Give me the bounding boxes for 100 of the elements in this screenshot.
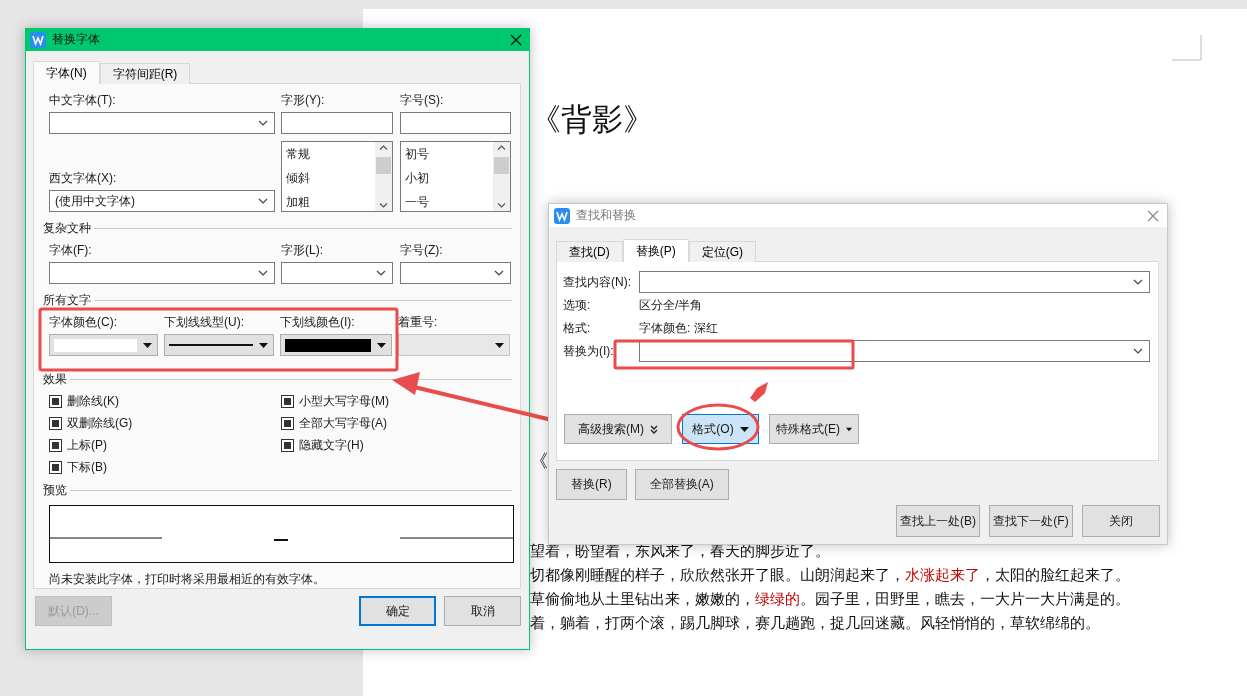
- input-field[interactable]: [400, 112, 511, 134]
- dialog-button[interactable]: 全部替换(A): [634, 469, 729, 500]
- caret-icon: [495, 342, 504, 348]
- chevron-icon: [1133, 278, 1143, 285]
- list-box[interactable]: 常规 倾斜 加粗: [281, 141, 393, 212]
- paragraph-line: 草偷偷地从土里钻出来，嫩嫩的，绿绿的。园子里，田野里，瞧去，一大片一大片满是的。: [530, 590, 1130, 609]
- caret-icon: [739, 426, 749, 432]
- checkbox-label: 双删除线(G): [67, 416, 133, 430]
- list-item[interactable]: 初号: [405, 146, 489, 163]
- paragraph-line: 切都像刚睡醒的样子，欣欣然张开了眼。山朗润起来了，水涨起来了，太阳的脸红起来了。: [530, 566, 1130, 585]
- dropdown-field[interactable]: [281, 262, 393, 284]
- chevron-icon: [376, 270, 386, 276]
- dialog-button[interactable]: 查找下一处(F): [989, 505, 1073, 537]
- scroll-up-icon: [497, 145, 506, 150]
- caret-icon: [259, 342, 268, 348]
- section-heading: 效果: [43, 372, 67, 386]
- field-label: 字体颜色(C):: [49, 315, 118, 329]
- checkbox-label: 全部大写字母(A): [299, 416, 387, 430]
- dropdown-field[interactable]: [49, 112, 275, 134]
- field-label: 字体(F):: [49, 243, 93, 257]
- corner-mark: [1172, 35, 1202, 61]
- scrollbar-thumb[interactable]: [494, 157, 509, 174]
- dropdown-field[interactable]: [639, 339, 1150, 362]
- chevron-icon: [258, 120, 268, 126]
- dialog-button[interactable]: 替换(R): [556, 469, 627, 500]
- dropdown-field[interactable]: [400, 262, 511, 284]
- checkbox[interactable]: [281, 438, 294, 452]
- field-label: 下划线线型(U):: [164, 315, 245, 329]
- dropdown-field[interactable]: [49, 262, 275, 284]
- checkbox[interactable]: [49, 438, 62, 452]
- field-label: 字形(L):: [281, 243, 324, 257]
- field-label: 字号(S):: [400, 93, 445, 107]
- dialog-title: 替换字体: [52, 31, 101, 48]
- field-label: 格式:: [563, 320, 592, 335]
- section-heading: 复杂文种: [43, 221, 91, 235]
- scroll-up-icon: [379, 145, 388, 150]
- app-logo-icon: [30, 31, 46, 48]
- checkbox[interactable]: [49, 394, 62, 408]
- double-chevron-icon: [650, 424, 658, 434]
- info-text: 尚未安装此字体，打印时将采用最相近的有效字体。: [49, 572, 326, 586]
- dialog-button[interactable]: 确定: [359, 596, 436, 626]
- caret-icon: [377, 342, 386, 348]
- chevron-icon: [258, 198, 268, 204]
- chevron-icon: [258, 270, 268, 276]
- document-title: 《背影》: [530, 100, 654, 139]
- checkbox[interactable]: [49, 460, 62, 474]
- checkbox[interactable]: [49, 416, 62, 430]
- menu-button[interactable]: 高级搜索(M): [564, 414, 672, 444]
- menu-button[interactable]: 特殊格式(E): [769, 414, 859, 444]
- checkbox-label: 下标(B): [67, 460, 107, 474]
- checkbox[interactable]: [281, 394, 294, 408]
- tab[interactable]: 定位(G): [688, 241, 756, 262]
- list-item[interactable]: 小初: [405, 170, 489, 187]
- list-item[interactable]: 倾斜: [286, 170, 371, 187]
- field-value: 字体颜色: 深红: [639, 320, 718, 335]
- menu-button[interactable]: 格式(O): [682, 414, 759, 444]
- field-value: (使用中文字体): [55, 192, 135, 210]
- scroll-down-icon: [497, 203, 506, 208]
- dropdown-field[interactable]: (使用中文字体): [49, 190, 275, 212]
- heading-fragment: 《: [530, 449, 548, 473]
- annotation-arrow: [750, 382, 768, 402]
- tab[interactable]: 查找(D): [556, 241, 623, 262]
- dialog-title: 查找和替换: [576, 207, 637, 224]
- color-picker[interactable]: [49, 334, 158, 356]
- section-heading: 预览: [43, 483, 67, 497]
- checkbox-label: 删除线(K): [67, 394, 119, 408]
- dialog-button[interactable]: 查找上一处(B): [896, 505, 980, 537]
- tab[interactable]: 替换(P): [622, 239, 689, 262]
- section-heading: 所有文字: [43, 293, 91, 307]
- chevron-icon: [494, 270, 504, 276]
- tab[interactable]: 字符间距(R): [99, 63, 191, 84]
- dropdown-field[interactable]: [639, 270, 1150, 293]
- close-button[interactable]: [510, 33, 522, 46]
- caret-icon: [143, 342, 152, 348]
- scroll-down-icon: [379, 203, 388, 208]
- field-label: 中文字体(T):: [49, 93, 117, 107]
- app-logo-icon: [554, 207, 570, 224]
- list-item[interactable]: 常规: [286, 146, 371, 163]
- checkbox[interactable]: [281, 416, 294, 430]
- field-label: 选项:: [563, 297, 592, 312]
- color-picker[interactable]: [280, 334, 392, 356]
- dialog-button[interactable]: 取消: [444, 596, 521, 626]
- input-field[interactable]: [281, 112, 393, 134]
- chevron-icon: [1133, 347, 1143, 354]
- line-style-picker[interactable]: [164, 334, 274, 356]
- checkbox-label: 隐藏文字(H): [299, 438, 364, 452]
- close-icon: [510, 33, 522, 46]
- field-label: 西文字体(X):: [49, 171, 118, 185]
- field-label: 字号(Z):: [400, 243, 444, 257]
- field-label: 着重号:: [398, 315, 439, 329]
- caret-icon: [846, 426, 852, 432]
- dialog-button[interactable]: 关闭: [1082, 505, 1160, 537]
- paragraph-line: 着，躺着，打两个滚，踢几脚球，赛几趟跑，捉几回迷藏。风轻悄悄的，草软绵绵的。: [530, 614, 1100, 633]
- list-box[interactable]: 初号 小初 一号: [400, 141, 511, 212]
- list-item[interactable]: 一号: [405, 194, 489, 211]
- tab[interactable]: 字体(N): [33, 61, 100, 84]
- list-item[interactable]: 加粗: [286, 194, 371, 211]
- scrollbar-thumb[interactable]: [376, 157, 391, 174]
- field-label: 下划线颜色(I):: [280, 315, 356, 329]
- field-label: 字形(Y):: [281, 93, 326, 107]
